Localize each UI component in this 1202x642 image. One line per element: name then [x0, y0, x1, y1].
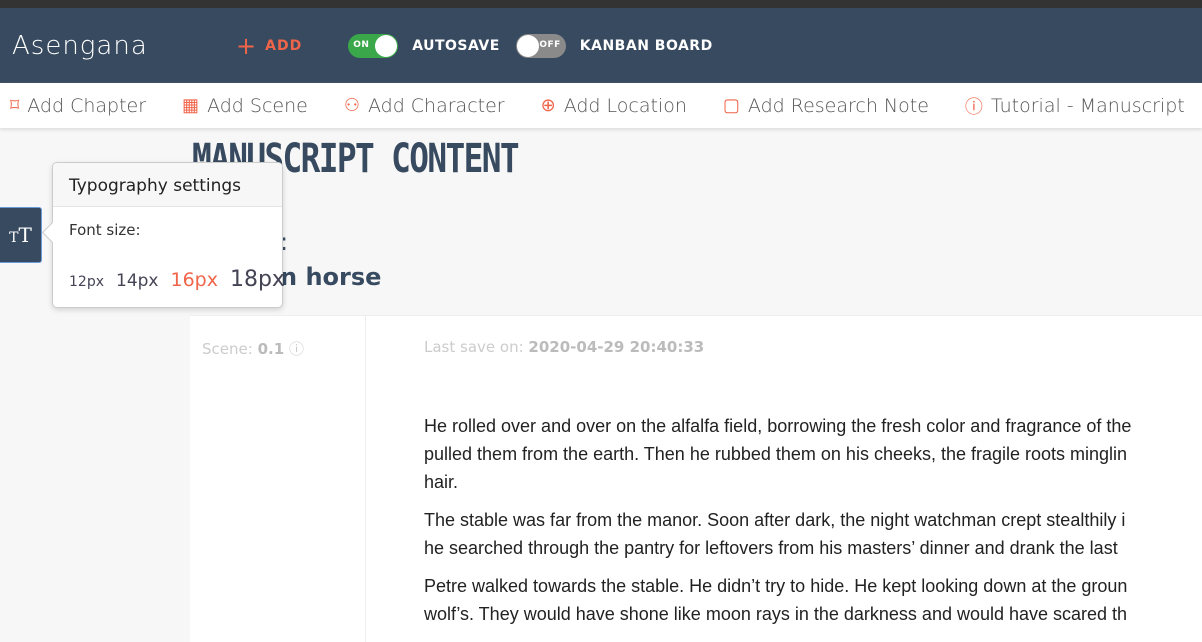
typography-popover: Typography settings Font size: 12px 14px 1…	[52, 162, 285, 308]
paragraph: Petre walked towards the stable. He didn…	[424, 576, 1128, 624]
scene-sidebar: Scene: 0.1 ⓘ	[190, 316, 366, 642]
window-top-bar	[0, 0, 1202, 8]
scene-text-editor[interactable]: He rolled over and over on the alfalfa f…	[424, 412, 1202, 638]
film-icon: ▦	[182, 95, 200, 116]
scene-panel: Scene: 0.1 ⓘ Last save on: 2020-04-29 20…	[190, 315, 1202, 642]
tutorial-button[interactable]: ⓘ Tutorial - Manuscript	[965, 93, 1185, 119]
popover-title: Typography settings	[53, 163, 282, 207]
toolbar: ⌑ Add Chapter ▦ Add Scene ⚇ Add Character ⊕…	[0, 83, 1202, 128]
note-icon: ▢	[722, 95, 740, 116]
font-size-options: 12px 14px 16px 18px	[53, 253, 285, 292]
add-research-note-button[interactable]: ▢ Add Research Note	[723, 95, 929, 117]
text-size-icon: TT	[9, 223, 32, 247]
kanban-switch[interactable]: OFF	[515, 33, 566, 58]
paragraph: He rolled over and over on the alfalfa f…	[424, 416, 1132, 492]
font-size-option-12px[interactable]: 12px	[69, 274, 104, 290]
bookmark-icon: ⌑	[10, 95, 20, 116]
autosave-switch[interactable]: ON	[348, 33, 399, 58]
font-size-option-14px[interactable]: 14px	[116, 271, 158, 291]
chapter-title: n horse	[280, 263, 382, 291]
kanban-toggle[interactable]: OFF KANBAN BOARD	[515, 33, 713, 58]
map-pin-icon: ⊕	[540, 95, 556, 116]
font-size-label: Font size:	[69, 221, 141, 239]
typography-button[interactable]: TT	[0, 207, 42, 263]
last-save: Last save on: 2020-04-29 20:40:33	[424, 338, 705, 356]
info-icon[interactable]: ⓘ	[289, 340, 304, 358]
add-button[interactable]: + ADD	[236, 32, 302, 60]
font-size-option-16px[interactable]: 16px	[170, 269, 217, 291]
autosave-toggle[interactable]: ON AUTOSAVE	[348, 33, 500, 58]
add-chapter-button[interactable]: ⌑ Add Chapter	[10, 95, 146, 117]
font-size-option-18px[interactable]: 18px	[230, 267, 285, 292]
top-nav: Asengana + ADD ON AUTOSAVE OFF KANBAN BOARD	[0, 8, 1202, 83]
logo[interactable]: Asengana	[12, 31, 202, 61]
paragraph: The stable was far from the manor. Soon …	[424, 510, 1126, 558]
add-location-button[interactable]: ⊕ Add Location	[541, 95, 687, 117]
add-character-button[interactable]: ⚇ Add Character	[344, 95, 505, 117]
plus-icon: +	[236, 31, 258, 60]
info-icon: ⓘ	[964, 96, 983, 118]
add-scene-button[interactable]: ▦ Add Scene	[182, 95, 308, 117]
user-plus-icon: ⚇	[343, 95, 360, 116]
